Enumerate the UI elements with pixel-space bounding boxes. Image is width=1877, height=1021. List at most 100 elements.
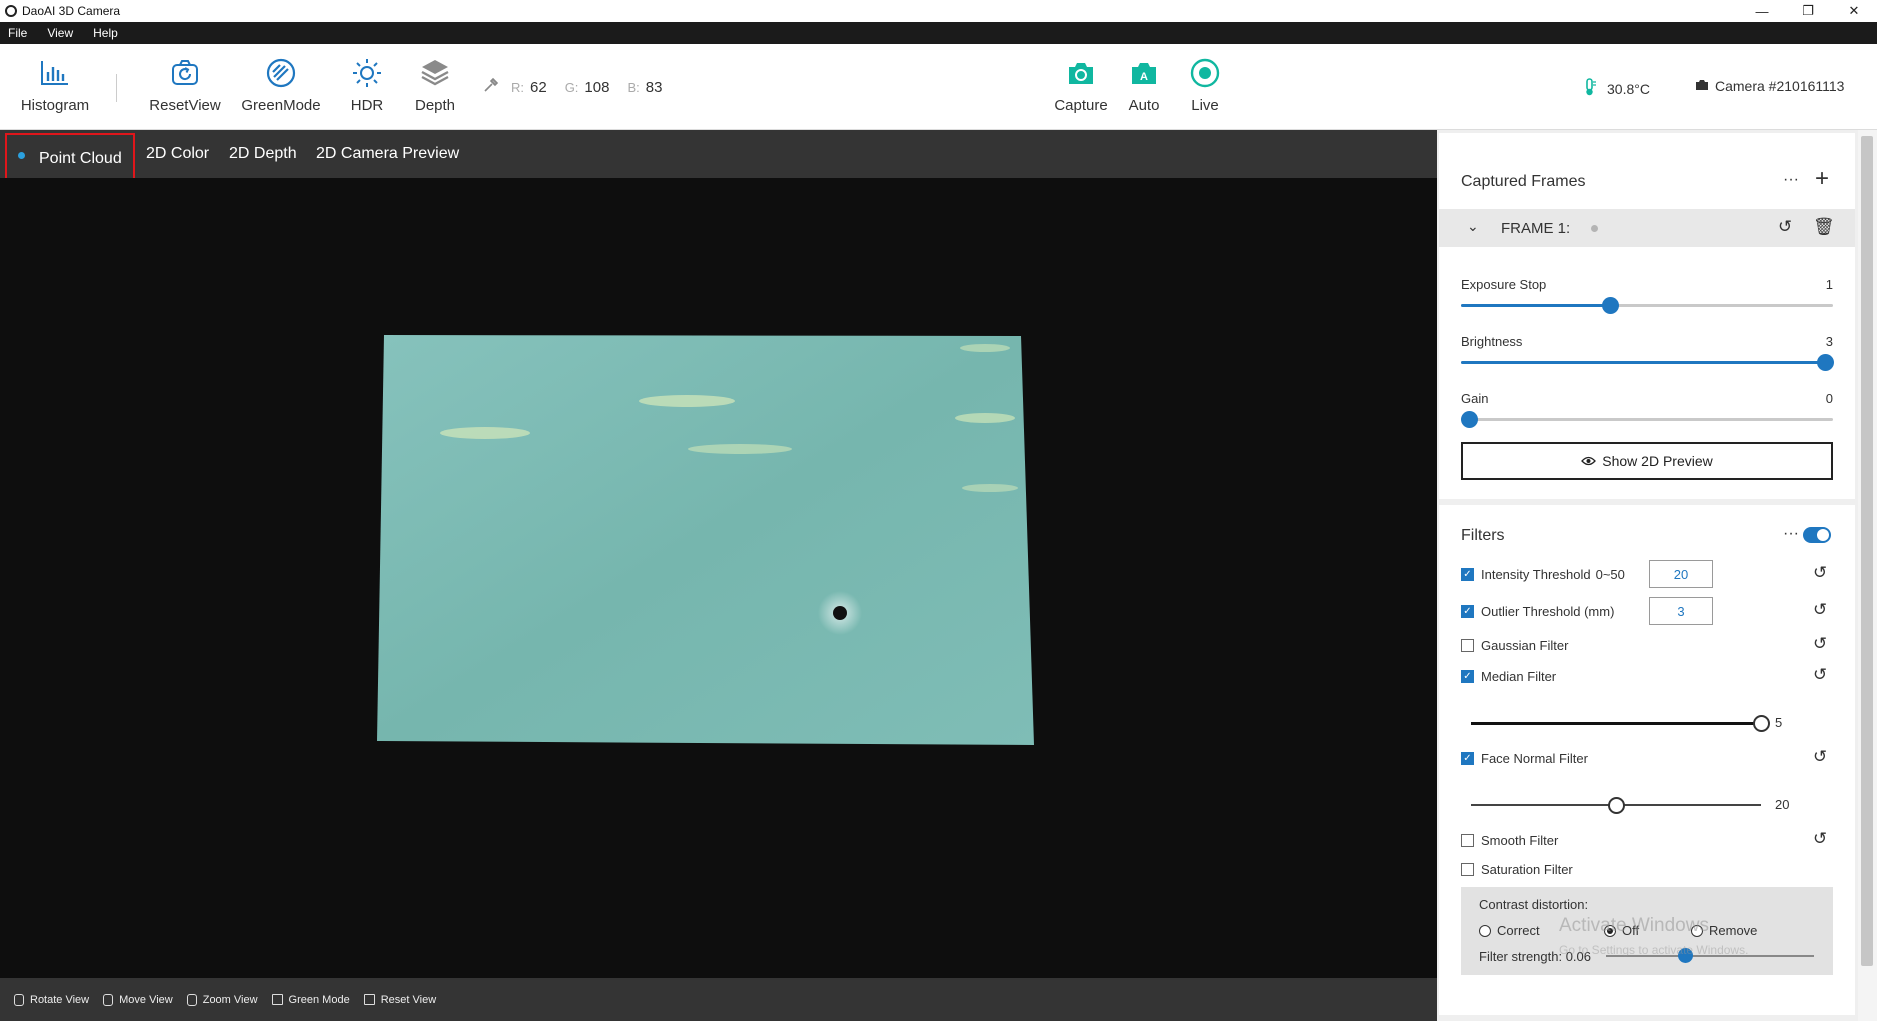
outlier-threshold-row: ✓ Outlier Threshold (mm) xyxy=(1461,600,1614,622)
depth-button[interactable]: Depth xyxy=(411,56,459,114)
intensity-threshold-row: ✓ Intensity Threshold 0~50 xyxy=(1461,563,1625,585)
frames-more-button[interactable]: ··· xyxy=(1783,171,1799,189)
face-normal-value: 20 xyxy=(1775,797,1790,812)
outlier-input[interactable]: 3 xyxy=(1649,597,1713,625)
face-normal-reset-icon[interactable]: ↺ xyxy=(1813,747,1827,767)
slider-knob[interactable] xyxy=(1817,354,1834,371)
trash-icon[interactable]: 🗑 xyxy=(1813,217,1835,237)
hint-move: Move View xyxy=(103,993,173,1006)
intensity-range: 0~50 xyxy=(1595,566,1625,582)
menu-file[interactable]: File xyxy=(8,26,27,40)
point-cloud-viewport[interactable] xyxy=(0,178,1437,978)
tab-2d-depth[interactable]: 2D Depth xyxy=(229,130,297,178)
median-slider[interactable] xyxy=(1471,715,1770,732)
hdr-button[interactable]: HDR xyxy=(346,56,388,114)
add-frame-button[interactable]: + xyxy=(1815,165,1829,193)
chevron-down-icon[interactable]: ⌄ xyxy=(1467,218,1479,235)
gaussian-checkbox[interactable] xyxy=(1461,638,1474,652)
saturation-label: Saturation Filter xyxy=(1481,861,1573,877)
face-normal-checkbox[interactable]: ✓ xyxy=(1461,751,1474,765)
app-icon xyxy=(5,5,17,17)
title-bar: DaoAI 3D Camera — ❐ ✕ xyxy=(0,0,1877,22)
tab-2d-camera-preview[interactable]: 2D Camera Preview xyxy=(316,130,459,178)
radio-correct-label: Correct xyxy=(1497,923,1540,938)
histogram-button[interactable]: Histogram xyxy=(20,56,90,114)
activate-windows-subtext: Go to Settings to activate Windows. xyxy=(1559,943,1749,957)
scrollbar-thumb[interactable] xyxy=(1861,136,1873,966)
radio-correct[interactable]: Correct xyxy=(1479,923,1540,938)
hint-green-mode-label: Green Mode xyxy=(288,993,350,1006)
view-tabs: Point Cloud 2D Color 2D Depth 2D Camera … xyxy=(0,130,1437,185)
slider-track[interactable] xyxy=(1461,354,1834,371)
minimize-button[interactable]: — xyxy=(1739,0,1785,22)
reset-camera-icon xyxy=(168,56,202,90)
slider-knob[interactable] xyxy=(1601,297,1619,314)
resetview-label: ResetView xyxy=(149,97,221,114)
r-label: R: xyxy=(511,79,524,95)
saturation-checkbox[interactable] xyxy=(1461,862,1474,876)
greenmode-button[interactable]: GreenMode xyxy=(238,56,324,114)
median-value: 5 xyxy=(1775,715,1783,730)
brightness-label: Brightness xyxy=(1461,334,1523,349)
slider-knob[interactable] xyxy=(1608,797,1625,814)
camera-small-icon xyxy=(1695,78,1709,94)
point-cloud-scene xyxy=(377,335,1034,745)
frame-reset-icon[interactable]: ↺ xyxy=(1778,217,1792,237)
eyedropper-icon[interactable] xyxy=(483,77,499,97)
captured-frames-card: Captured Frames ··· + ⌄ FRAME 1: ↺ 🗑 Exp… xyxy=(1439,133,1855,499)
resetview-button[interactable]: ResetView xyxy=(145,56,225,114)
window-controls: — ❐ ✕ xyxy=(1739,0,1877,22)
hint-zoom: Zoom View xyxy=(186,993,258,1006)
radio-remove-label: Remove xyxy=(1709,923,1758,938)
filters-more-button[interactable]: ··· xyxy=(1783,525,1799,543)
capture-button[interactable]: Capture xyxy=(1054,56,1108,114)
hint-move-label: Move View xyxy=(119,993,173,1006)
slider-knob[interactable] xyxy=(1753,715,1770,732)
greenmode-label: GreenMode xyxy=(241,97,321,114)
frame-row[interactable]: ⌄ FRAME 1: ↺ 🗑 xyxy=(1439,209,1855,247)
auto-icon: A xyxy=(1127,56,1161,90)
median-filter-row: ✓ Median Filter xyxy=(1461,665,1556,687)
sun-icon xyxy=(350,56,384,90)
smooth-label: Smooth Filter xyxy=(1481,832,1559,848)
filters-title: Filters xyxy=(1461,527,1505,544)
slider-fill xyxy=(1461,304,1610,307)
show-2d-preview-button[interactable]: Show 2D Preview xyxy=(1461,442,1833,480)
smooth-reset-icon[interactable]: ↺ xyxy=(1813,829,1827,849)
brightness-value: 3 xyxy=(1825,334,1833,349)
gain-label: Gain xyxy=(1461,391,1489,406)
median-label: Median Filter xyxy=(1481,668,1557,684)
hint-rotate: Rotate View xyxy=(14,993,89,1006)
intensity-checkbox[interactable]: ✓ xyxy=(1461,567,1474,581)
camera-icon xyxy=(1064,56,1098,90)
frame-status-dot xyxy=(1591,225,1598,232)
face-normal-slider[interactable] xyxy=(1471,797,1761,814)
median-checkbox[interactable]: ✓ xyxy=(1461,669,1474,683)
smooth-checkbox[interactable] xyxy=(1461,833,1474,847)
intensity-reset-icon[interactable]: ↺ xyxy=(1813,563,1827,583)
menu-help[interactable]: Help xyxy=(93,26,118,40)
restore-button[interactable]: ❐ xyxy=(1785,0,1831,22)
capture-label: Capture xyxy=(1054,97,1108,114)
median-reset-icon[interactable]: ↺ xyxy=(1813,665,1827,685)
g-label: G: xyxy=(564,79,579,95)
tab-point-cloud-label: Point Cloud xyxy=(39,150,122,167)
close-button[interactable]: ✕ xyxy=(1831,0,1877,22)
camera-status: Camera #210161113 xyxy=(1695,78,1844,94)
tab-2d-color[interactable]: 2D Color xyxy=(146,130,209,178)
slider-knob[interactable] xyxy=(1461,411,1478,428)
filters-toggle[interactable] xyxy=(1803,527,1831,543)
menu-view[interactable]: View xyxy=(47,26,73,40)
gaussian-label: Gaussian Filter xyxy=(1481,637,1569,653)
live-button[interactable]: Live xyxy=(1188,56,1222,114)
slider-track[interactable] xyxy=(1461,411,1833,428)
outlier-checkbox[interactable]: ✓ xyxy=(1461,604,1474,618)
activate-windows-watermark: Activate Windows xyxy=(1559,915,1709,936)
right-panel-scrollbar[interactable] xyxy=(1858,130,1877,1021)
layers-icon xyxy=(418,56,452,90)
intensity-input[interactable]: 20 xyxy=(1649,560,1713,588)
auto-button[interactable]: A Auto xyxy=(1127,56,1161,114)
slider-track[interactable] xyxy=(1461,297,1833,314)
gaussian-reset-icon[interactable]: ↺ xyxy=(1813,634,1827,654)
outlier-reset-icon[interactable]: ↺ xyxy=(1813,600,1827,620)
